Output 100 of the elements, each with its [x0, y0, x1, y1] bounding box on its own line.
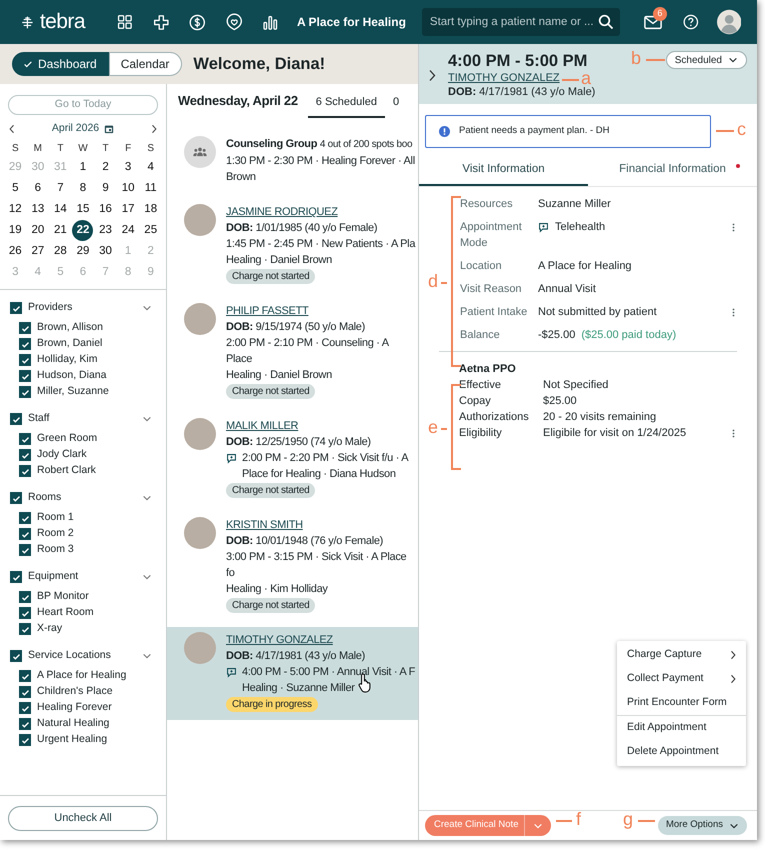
checkbox[interactable] [19, 512, 31, 524]
schedule-tab[interactable]: 6 Scheduled [308, 88, 385, 118]
checkbox[interactable] [19, 734, 31, 746]
detail-tab[interactable]: Visit Information [419, 156, 588, 186]
checkbox[interactable] [19, 465, 31, 477]
calendar-day[interactable]: 6 [27, 178, 48, 199]
patient-name-link[interactable]: PHILIP FASSETT [226, 305, 308, 317]
calendar-day[interactable]: 3 [118, 157, 139, 178]
checkbox[interactable] [19, 623, 31, 635]
avatar-silhouette[interactable] [716, 8, 742, 36]
kebab-menu-icon[interactable] [732, 223, 735, 232]
patient-name-link[interactable]: TIMOTHY GONZALEZ [226, 634, 333, 646]
kebab-menu-icon[interactable] [732, 308, 735, 317]
checkbox[interactable] [19, 607, 31, 619]
menu-item[interactable]: Edit Appointment [617, 716, 746, 740]
calendar-icon[interactable] [104, 124, 114, 134]
practice-name[interactable]: A Place for Healing [297, 13, 406, 31]
patient-name-link[interactable]: TIMOTHY GONZALEZ [448, 71, 560, 85]
checkbox[interactable] [10, 492, 22, 504]
checkbox[interactable] [19, 528, 31, 540]
chevron-right-icon[interactable] [428, 69, 436, 82]
calendar-day[interactable]: 18 [140, 199, 162, 220]
calendar-day[interactable]: 21 [50, 220, 71, 241]
field-label: Eligibility [459, 426, 503, 441]
search-icon[interactable] [598, 14, 614, 30]
menu-item[interactable]: Charge Capture [617, 643, 746, 667]
uncheck-all-button[interactable]: Uncheck All [8, 806, 158, 831]
checkbox[interactable] [10, 650, 22, 662]
calendar-day[interactable]: 16 [95, 199, 116, 220]
menu-item[interactable]: Delete Appointment [617, 740, 746, 764]
view-tab[interactable]: Dashboard [12, 52, 109, 76]
logo-wordmark[interactable]: tebra [40, 6, 86, 38]
more-options-button[interactable]: More Options [658, 816, 747, 835]
calendar-day[interactable]: 30 [95, 241, 116, 262]
checkbox[interactable] [19, 370, 31, 382]
calendar-day[interactable]: 9 [95, 178, 116, 199]
view-tab[interactable]: Calendar [108, 52, 182, 76]
menu-item[interactable]: Collect Payment [617, 667, 746, 691]
checkbox[interactable] [19, 433, 31, 445]
search-field[interactable]: Start typing a patient name or ... [422, 8, 620, 36]
checkbox[interactable] [19, 686, 31, 698]
status-dropdown[interactable]: Scheduled [666, 51, 747, 69]
checkbox[interactable] [10, 413, 22, 425]
calendar-day[interactable]: 23 [95, 220, 116, 241]
checkbox[interactable] [19, 544, 31, 556]
calendar-day[interactable]: 4 [140, 157, 162, 178]
chevron-left-icon[interactable] [9, 124, 15, 134]
calendar-day[interactable]: 20 [27, 220, 48, 241]
chevron-right-icon[interactable] [151, 124, 157, 134]
calendar-day[interactable]: 26 [4, 241, 26, 262]
mail-icon[interactable] [644, 14, 662, 30]
checkbox[interactable] [19, 591, 31, 603]
calendar-day[interactable]: 12 [4, 199, 26, 220]
calendar-day[interactable]: 13 [27, 199, 48, 220]
checkbox[interactable] [19, 322, 31, 334]
checkbox[interactable] [10, 302, 22, 314]
checkbox[interactable] [19, 702, 31, 714]
dollar-circle-icon[interactable] [189, 12, 206, 32]
appointment-row[interactable]: KRISTIN SMITH DOB: 10/01/1948 (76 y/o Female) 3:00 PM - 3:15 PM · Sick Visit · A Place fo Healing · Kim Holliday Charge not started [167, 512, 418, 621]
checkbox[interactable] [19, 670, 31, 682]
patient-name-link[interactable]: JASMINE RODRIQUEZ [226, 206, 338, 218]
checkbox[interactable] [19, 386, 31, 398]
calendar-day[interactable]: 5 [4, 178, 26, 199]
calendar-day[interactable]: 25 [140, 220, 162, 241]
group-title[interactable]: Counseling Group [226, 138, 318, 150]
menu-item[interactable]: Print Encounter Form [617, 691, 746, 715]
calendar-day[interactable]: 24 [118, 220, 139, 241]
calendar-day[interactable]: 22 [72, 220, 94, 241]
calendar-day[interactable]: 8 [72, 178, 94, 199]
calendar-day[interactable]: 11 [140, 178, 162, 199]
detail-tab[interactable]: Financial Information [588, 156, 757, 186]
appointment-row[interactable]: JASMINE RODRIQUEZ DOB: 1/01/1985 (40 y/o Female) 1:45 PM - 2:45 PM · New Patients · A Pla Healing · Daniel Brown Charge not started [167, 199, 418, 292]
checkbox[interactable] [19, 354, 31, 366]
help-icon[interactable] [682, 13, 699, 31]
medical-cross-icon[interactable] [152, 12, 170, 32]
calendar-day[interactable]: 29 [72, 241, 94, 262]
checkbox[interactable] [19, 449, 31, 461]
kebab-menu-icon[interactable] [732, 429, 735, 438]
checkbox[interactable] [19, 338, 31, 350]
patient-name-link[interactable]: MALIK MILLER [226, 420, 298, 432]
appointment-row[interactable]: PHILIP FASSETT DOB: 9/15/1974 (50 y/o Male) 2:00 PM - 2:10 PM · Counseling · A Place Healing · Daniel Brown Charge not started [167, 298, 418, 407]
calendar-day[interactable]: 28 [50, 241, 71, 262]
calendar-day[interactable]: 19 [4, 220, 26, 241]
calendar-day[interactable]: 27 [27, 241, 48, 262]
calendar-day[interactable]: 1 [72, 157, 94, 178]
checkbox[interactable] [10, 571, 22, 583]
grid-icon[interactable] [117, 13, 133, 31]
schedule-tab[interactable]: 0 [384, 88, 408, 118]
appointment-row[interactable]: Counseling Group 4 out of 200 spots boo 1:30 PM - 2:30 PM · Healing Forever · All Brown [167, 131, 418, 193]
calendar-day[interactable]: 15 [72, 199, 94, 220]
calendar-day[interactable]: 17 [118, 199, 139, 220]
patient-name-link[interactable]: KRISTIN SMITH [226, 519, 303, 531]
calendar-day[interactable]: 10 [118, 178, 139, 199]
calendar-day[interactable]: 7 [50, 178, 71, 199]
checkbox[interactable] [19, 718, 31, 730]
heart-badge-icon[interactable] [226, 12, 242, 32]
appointment-row[interactable]: TIMOTHY GONZALEZ DOB: 4/17/1981 (43 y/o Male) 4:00 PM - 5:00 PM · Annual Visit · A F Healing · Suzanne Miller Charge in progress [167, 627, 418, 720]
appointment-row[interactable]: MALIK MILLER DOB: 12/25/1950 (74 y/o Male) 2:00 PM - 2:20 PM · Sick Visit f/u · A Place for Healing · Diana Hudson Charge not started [167, 413, 418, 506]
calendar-day[interactable]: 2 [95, 157, 116, 178]
calendar-day[interactable]: 14 [50, 199, 71, 220]
